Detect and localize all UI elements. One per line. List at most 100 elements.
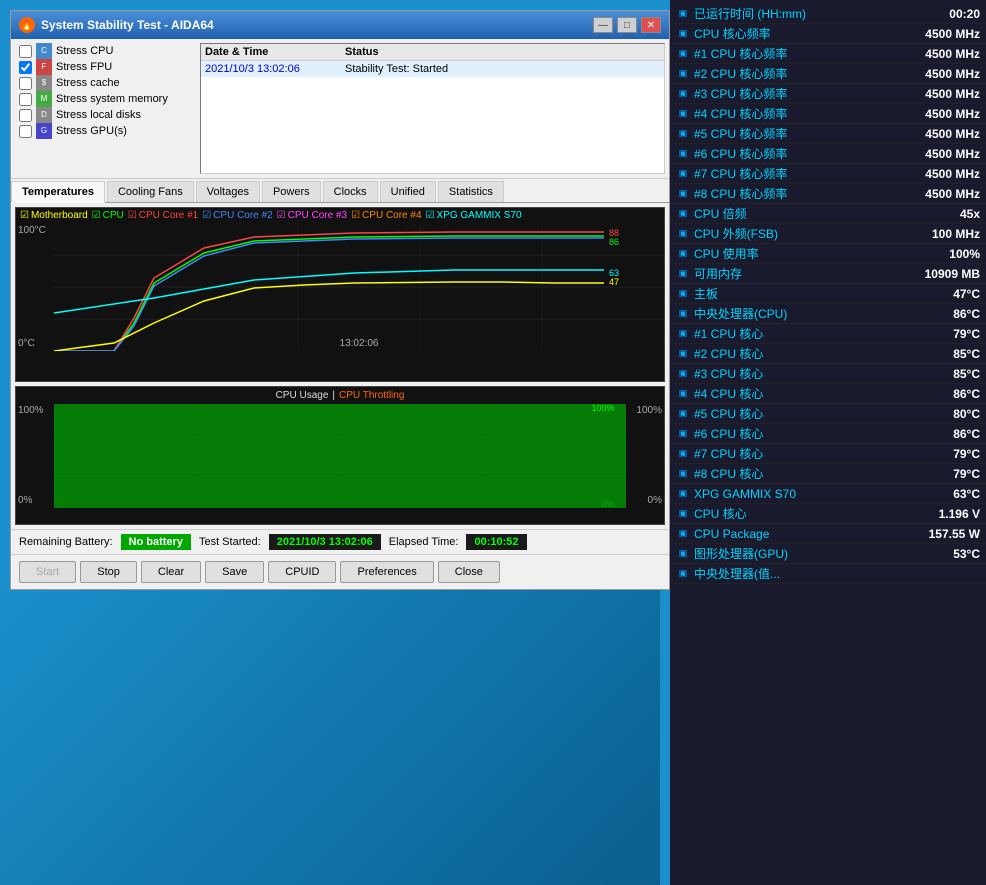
save-button[interactable]: Save xyxy=(205,561,264,583)
clear-button[interactable]: Clear xyxy=(141,561,201,583)
tab-cooling-fans[interactable]: Cooling Fans xyxy=(107,181,194,202)
monitor-row-icon-7: ▣ xyxy=(676,147,690,161)
monitor-row-value-13: 10909 MB xyxy=(900,267,980,281)
minimize-button[interactable]: — xyxy=(593,17,613,33)
tab-unified[interactable]: Unified xyxy=(380,181,436,202)
tab-clocks[interactable]: Clocks xyxy=(323,181,378,202)
monitor-row-value-6: 4500 MHz xyxy=(900,127,980,141)
monitor-row-15: ▣ 中央处理器(CPU) 86°C xyxy=(670,304,986,324)
monitor-row-label-25: CPU 核心 xyxy=(694,505,900,522)
monitor-row-6: ▣ #5 CPU 核心频率 4500 MHz xyxy=(670,124,986,144)
monitor-row-value-2: 4500 MHz xyxy=(900,47,980,61)
monitor-row-icon-12: ▣ xyxy=(676,247,690,261)
usage-svg: 100% 0% xyxy=(54,403,626,508)
log-header-date: Date & Time xyxy=(205,46,345,58)
start-button[interactable]: Start xyxy=(19,561,76,583)
monitor-row-value-5: 4500 MHz xyxy=(900,107,980,121)
monitor-row-icon-17: ▣ xyxy=(676,347,690,361)
monitor-row-value-4: 4500 MHz xyxy=(900,87,980,101)
monitor-row-icon-19: ▣ xyxy=(676,387,690,401)
monitor-row-label-28: 中央处理器(值... xyxy=(694,565,900,582)
stress-cpu-checkbox[interactable] xyxy=(19,45,32,58)
monitor-row-9: ▣ #8 CPU 核心频率 4500 MHz xyxy=(670,184,986,204)
monitor-row-label-5: #4 CPU 核心频率 xyxy=(694,105,900,122)
monitor-row-icon-6: ▣ xyxy=(676,127,690,141)
monitor-row-value-19: 86°C xyxy=(900,387,980,401)
log-row: 2021/10/3 13:02:06 Stability Test: Start… xyxy=(201,61,664,77)
monitor-row-value-16: 79°C xyxy=(900,327,980,341)
title-bar-left: 🔥 System Stability Test - AIDA64 xyxy=(19,17,214,33)
stress-gpu-checkbox[interactable] xyxy=(19,125,32,138)
stress-cache-checkbox[interactable] xyxy=(19,77,32,90)
tab-temperatures[interactable]: Temperatures xyxy=(11,181,105,203)
stress-fpu-label: Stress FPU xyxy=(56,61,112,73)
monitor-row-value-15: 86°C xyxy=(900,307,980,321)
monitor-row-label-3: #2 CPU 核心频率 xyxy=(694,65,900,82)
tab-powers[interactable]: Powers xyxy=(262,181,321,202)
monitor-row-14: ▣ 主板 47°C xyxy=(670,284,986,304)
stress-local-checkbox[interactable] xyxy=(19,109,32,122)
stress-cache-label: Stress cache xyxy=(56,77,120,89)
usage-canvas: 100% 0% xyxy=(54,403,626,508)
legend-motherboard: ☑Motherboard xyxy=(20,210,88,221)
close-button[interactable]: Close xyxy=(438,561,500,583)
monitor-row-label-9: #8 CPU 核心频率 xyxy=(694,185,900,202)
monitor-row-8: ▣ #7 CPU 核心频率 4500 MHz xyxy=(670,164,986,184)
monitor-row-label-24: XPG GAMMIX S70 xyxy=(694,487,900,501)
monitor-row-10: ▣ CPU 倍频 45x xyxy=(670,204,986,224)
monitor-row-2: ▣ #1 CPU 核心频率 4500 MHz xyxy=(670,44,986,64)
monitor-row-label-1: CPU 核心频率 xyxy=(694,25,900,42)
monitor-row-icon-3: ▣ xyxy=(676,67,690,81)
monitor-row-26: ▣ CPU Package 157.55 W xyxy=(670,524,986,544)
monitor-row-icon-28: ▣ xyxy=(676,567,690,581)
monitor-row-5: ▣ #4 CPU 核心频率 4500 MHz xyxy=(670,104,986,124)
stress-cpu-label: Stress CPU xyxy=(56,45,113,57)
stress-memory-checkbox[interactable] xyxy=(19,93,32,106)
monitor-row-value-9: 4500 MHz xyxy=(900,187,980,201)
svg-text:0%: 0% xyxy=(602,499,615,508)
tabs-bar: Temperatures Cooling Fans Voltages Power… xyxy=(11,179,669,203)
monitor-row-value-17: 85°C xyxy=(900,347,980,361)
monitor-row-label-10: CPU 倍频 xyxy=(694,205,900,222)
stop-button[interactable]: Stop xyxy=(80,561,137,583)
monitor-row-icon-27: ▣ xyxy=(676,547,690,561)
monitor-row-icon-13: ▣ xyxy=(676,267,690,281)
title-controls: — □ ✕ xyxy=(593,17,661,33)
stress-local-row: D Stress local disks xyxy=(19,107,188,123)
monitor-row-label-22: #7 CPU 核心 xyxy=(694,445,900,462)
monitor-row-icon-21: ▣ xyxy=(676,427,690,441)
monitor-panel: ▣ 已运行时间 (HH:mm) 00:20 ▣ CPU 核心频率 4500 MH… xyxy=(670,0,986,885)
monitor-row-icon-14: ▣ xyxy=(676,287,690,301)
monitor-row-13: ▣ 可用内存 10909 MB xyxy=(670,264,986,284)
preferences-button[interactable]: Preferences xyxy=(340,561,433,583)
tab-statistics[interactable]: Statistics xyxy=(438,181,504,202)
monitor-row-label-17: #2 CPU 核心 xyxy=(694,345,900,362)
monitor-row-16: ▣ #1 CPU 核心 79°C xyxy=(670,324,986,344)
monitor-row-value-7: 4500 MHz xyxy=(900,147,980,161)
stress-fpu-checkbox[interactable] xyxy=(19,61,32,74)
monitor-row-label-14: 主板 xyxy=(694,285,900,302)
monitor-row-label-6: #5 CPU 核心频率 xyxy=(694,125,900,142)
temperature-chart: ☑Motherboard ☑CPU ☑CPU Core #1 ☑CPU Core… xyxy=(15,207,665,382)
monitor-row-label-18: #3 CPU 核心 xyxy=(694,365,900,382)
monitor-row-icon-26: ▣ xyxy=(676,527,690,541)
stress-memory-label: Stress system memory xyxy=(56,93,168,105)
remaining-battery-label: Remaining Battery: xyxy=(19,536,113,548)
monitor-row-label-12: CPU 使用率 xyxy=(694,245,900,262)
maximize-button[interactable]: □ xyxy=(617,17,637,33)
window-close-button[interactable]: ✕ xyxy=(641,17,661,33)
app-icon: 🔥 xyxy=(19,17,35,33)
monitor-row-label-27: 图形处理器(GPU) xyxy=(694,545,900,562)
monitor-row-0: ▣ 已运行时间 (HH:mm) 00:20 xyxy=(670,4,986,24)
monitor-row-value-1: 4500 MHz xyxy=(900,27,980,41)
stress-cpu-row: C Stress CPU xyxy=(19,43,188,59)
monitor-row-value-25: 1.196 V xyxy=(900,507,980,521)
tab-voltages[interactable]: Voltages xyxy=(196,181,260,202)
cpuid-button[interactable]: CPUID xyxy=(268,561,336,583)
monitor-row-label-16: #1 CPU 核心 xyxy=(694,325,900,342)
elapsed-time-value: 00:10:52 xyxy=(466,534,526,550)
monitor-row-value-18: 85°C xyxy=(900,367,980,381)
monitor-row-value-0: 00:20 xyxy=(900,7,980,21)
monitor-row-label-20: #5 CPU 核心 xyxy=(694,405,900,422)
monitor-row-27: ▣ 图形处理器(GPU) 53°C xyxy=(670,544,986,564)
